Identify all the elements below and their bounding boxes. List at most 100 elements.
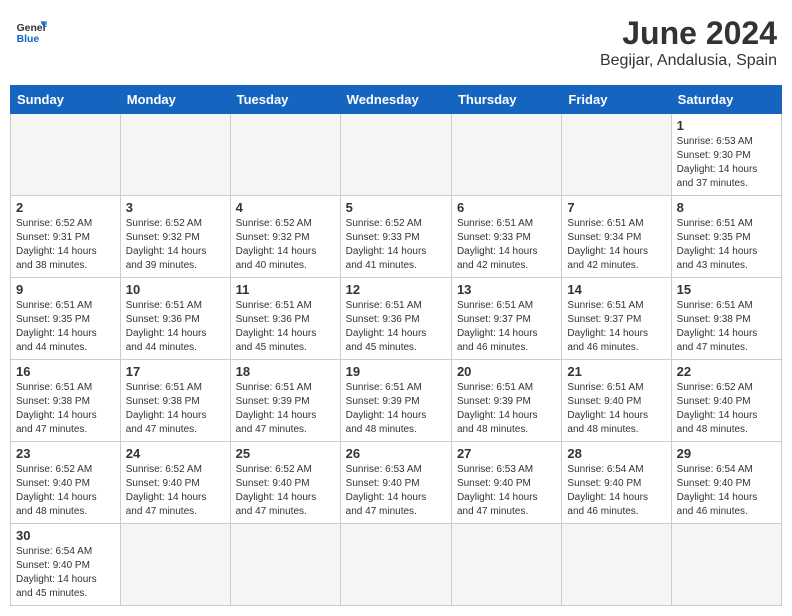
day-info: Sunrise: 6:51 AM Sunset: 9:35 PM Dayligh… [677,217,776,273]
day-number: 21 [567,364,665,379]
calendar-table: SundayMondayTuesdayWednesdayThursdayFrid… [10,85,782,606]
day-cell [671,524,781,606]
day-number: 26 [346,446,446,461]
day-cell: 3Sunrise: 6:52 AM Sunset: 9:32 PM Daylig… [120,196,230,278]
day-number: 1 [677,118,776,133]
day-number: 7 [567,200,665,215]
day-number: 14 [567,282,665,297]
day-info: Sunrise: 6:52 AM Sunset: 9:40 PM Dayligh… [126,463,225,519]
day-cell [230,114,340,196]
weekday-header-wednesday: Wednesday [340,86,451,114]
day-info: Sunrise: 6:51 AM Sunset: 9:35 PM Dayligh… [16,299,115,355]
day-number: 8 [677,200,776,215]
day-cell: 4 Sunrise: 6:52 AM Sunset: 9:32 PM Daylig… [230,196,340,278]
day-info: Sunrise: 6:53 AM Sunset: 9:40 PM Dayligh… [457,463,556,519]
day-info: Sunrise: 6:54 AM Sunset: 9:40 PM Dayligh… [677,463,776,519]
day-info: Sunrise: 6:52 AM Sunset: 9:33 PM Dayligh… [346,217,446,273]
day-info: Sunrise: 6:52 AM Sunset: 9:40 PM Dayligh… [677,381,776,437]
day-number: 28 [567,446,665,461]
day-number: 20 [457,364,556,379]
day-number: 2 [16,200,115,215]
logo: General Blue [15,15,47,47]
day-info: Sunrise: 6:51 AM Sunset: 9:38 PM Dayligh… [16,381,115,437]
day-number: 22 [677,364,776,379]
day-info: Sunrise: 6:51 AM Sunset: 9:34 PM Dayligh… [567,217,665,273]
day-number: 10 [126,282,225,297]
day-number: 27 [457,446,556,461]
day-info: Sunrise: 6:52 AM Sunset: 9:40 PM Dayligh… [236,463,335,519]
day-info: Sunrise: 6:51 AM Sunset: 9:39 PM Dayligh… [457,381,556,437]
day-cell: 25 Sunrise: 6:52 AM Sunset: 9:40 PM Dayli… [230,442,340,524]
day-info: Sunrise: 6:54 AM Sunset: 9:40 PM Dayligh… [567,463,665,519]
svg-text:Blue: Blue [17,34,40,45]
day-cell [120,524,230,606]
week-row-1: 1 Sunrise: 6:53 AM Sunset: 9:30 PM Daylig… [11,114,782,196]
day-cell [562,114,671,196]
day-cell [340,114,451,196]
day-cell: 22 Sunrise: 6:52 AM Sunset: 9:40 PM Dayli… [671,360,781,442]
day-info: Sunrise: 6:52 AM Sunset: 9:40 PM Dayligh… [16,463,115,519]
day-number: 29 [677,446,776,461]
day-cell: 17 Sunrise: 6:51 AM Sunset: 9:38 PM Dayli… [120,360,230,442]
day-info: Sunrise: 6:51 AM Sunset: 9:38 PM Dayligh… [126,381,225,437]
day-cell: 30 Sunrise: 6:54 AM Sunset: 9:40 PM Dayli… [11,524,121,606]
day-info: Sunrise: 6:53 AM Sunset: 9:30 PM Dayligh… [677,135,776,191]
day-cell: 21 Sunrise: 6:51 AM Sunset: 9:40 PM Dayli… [562,360,671,442]
weekday-header-tuesday: Tuesday [230,86,340,114]
location-title: Begijar, Andalusia, Spain [600,52,777,70]
day-info: Sunrise: 6:51 AM Sunset: 9:36 PM Dayligh… [126,299,225,355]
weekday-header-saturday: Saturday [671,86,781,114]
day-number: 4 [236,200,335,215]
day-cell: 9Sunrise: 6:51 AM Sunset: 9:35 PM Daylig… [11,278,121,360]
day-info: Sunrise: 6:52 AM Sunset: 9:32 PM Dayligh… [236,217,335,273]
day-cell: 12 Sunrise: 6:51 AM Sunset: 9:36 PM Dayli… [340,278,451,360]
day-cell [451,114,561,196]
day-number: 17 [126,364,225,379]
weekday-header-row: SundayMondayTuesdayWednesdayThursdayFrid… [11,86,782,114]
day-info: Sunrise: 6:51 AM Sunset: 9:36 PM Dayligh… [236,299,335,355]
day-info: Sunrise: 6:51 AM Sunset: 9:40 PM Dayligh… [567,381,665,437]
day-cell: 1 Sunrise: 6:53 AM Sunset: 9:30 PM Daylig… [671,114,781,196]
weekday-header-sunday: Sunday [11,86,121,114]
generalblue-logo-icon: General Blue [15,15,47,47]
weekday-header-monday: Monday [120,86,230,114]
day-cell: 18Sunrise: 6:51 AM Sunset: 9:39 PM Dayli… [230,360,340,442]
day-cell: 2 Sunrise: 6:52 AM Sunset: 9:31 PM Daylig… [11,196,121,278]
day-cell [562,524,671,606]
week-row-4: 16Sunrise: 6:51 AM Sunset: 9:38 PM Dayli… [11,360,782,442]
day-cell: 10 Sunrise: 6:51 AM Sunset: 9:36 PM Dayli… [120,278,230,360]
day-cell [340,524,451,606]
week-row-5: 23 Sunrise: 6:52 AM Sunset: 9:40 PM Dayli… [11,442,782,524]
month-title: June 2024 [600,15,777,52]
day-number: 23 [16,446,115,461]
week-row-6: 30 Sunrise: 6:54 AM Sunset: 9:40 PM Dayli… [11,524,782,606]
day-info: Sunrise: 6:51 AM Sunset: 9:36 PM Dayligh… [346,299,446,355]
day-cell: 11Sunrise: 6:51 AM Sunset: 9:36 PM Dayli… [230,278,340,360]
day-cell: 24 Sunrise: 6:52 AM Sunset: 9:40 PM Dayli… [120,442,230,524]
day-cell [230,524,340,606]
day-info: Sunrise: 6:52 AM Sunset: 9:31 PM Dayligh… [16,217,115,273]
day-info: Sunrise: 6:54 AM Sunset: 9:40 PM Dayligh… [16,545,115,601]
day-cell: 16Sunrise: 6:51 AM Sunset: 9:38 PM Dayli… [11,360,121,442]
day-cell: 20 Sunrise: 6:51 AM Sunset: 9:39 PM Dayli… [451,360,561,442]
day-info: Sunrise: 6:51 AM Sunset: 9:39 PM Dayligh… [236,381,335,437]
day-info: Sunrise: 6:51 AM Sunset: 9:37 PM Dayligh… [567,299,665,355]
day-number: 12 [346,282,446,297]
day-cell: 28 Sunrise: 6:54 AM Sunset: 9:40 PM Dayli… [562,442,671,524]
weekday-header-friday: Friday [562,86,671,114]
day-number: 24 [126,446,225,461]
day-cell: 23 Sunrise: 6:52 AM Sunset: 9:40 PM Dayli… [11,442,121,524]
day-number: 30 [16,528,115,543]
day-info: Sunrise: 6:51 AM Sunset: 9:38 PM Dayligh… [677,299,776,355]
day-number: 5 [346,200,446,215]
day-cell [120,114,230,196]
week-row-3: 9Sunrise: 6:51 AM Sunset: 9:35 PM Daylig… [11,278,782,360]
day-cell: 6Sunrise: 6:51 AM Sunset: 9:33 PM Daylig… [451,196,561,278]
day-cell: 26Sunrise: 6:53 AM Sunset: 9:40 PM Dayli… [340,442,451,524]
day-number: 25 [236,446,335,461]
header: General Blue June 2024 Begijar, Andalusi… [10,10,782,75]
day-number: 15 [677,282,776,297]
day-cell: 29 Sunrise: 6:54 AM Sunset: 9:40 PM Dayli… [671,442,781,524]
day-cell: 27 Sunrise: 6:53 AM Sunset: 9:40 PM Dayli… [451,442,561,524]
day-info: Sunrise: 6:51 AM Sunset: 9:37 PM Dayligh… [457,299,556,355]
